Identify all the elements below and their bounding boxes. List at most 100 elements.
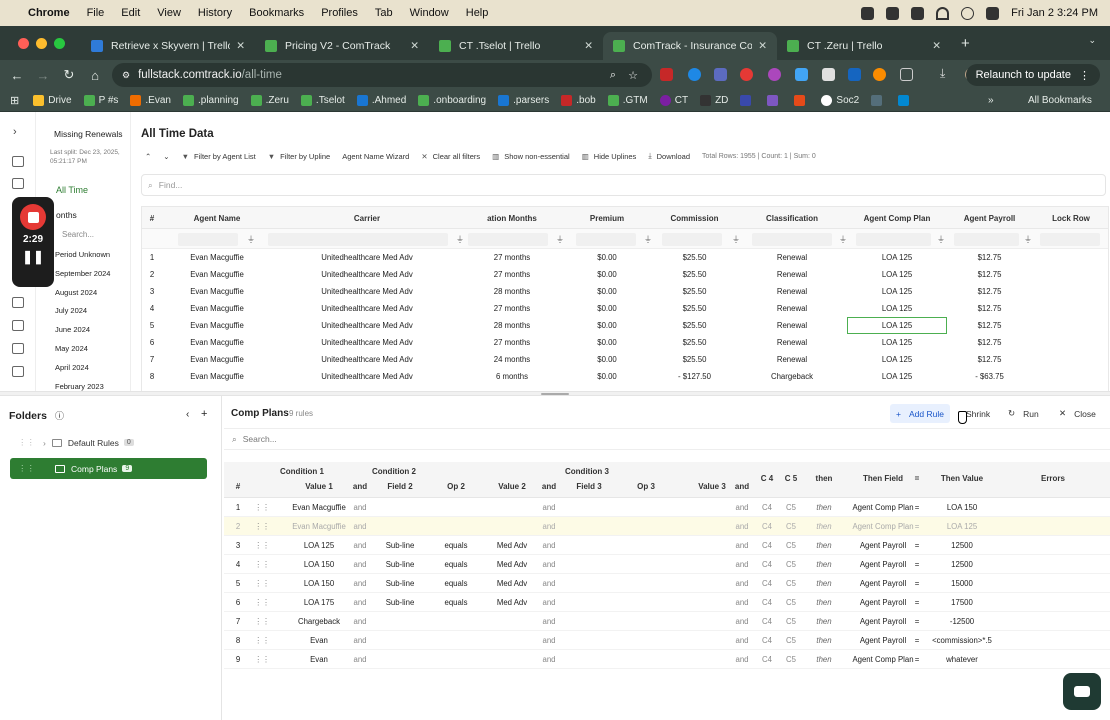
close-window-button[interactable] xyxy=(18,37,29,49)
rule-row[interactable]: ⋮⋮ 5 LOA 150 and Sub-line equals Med Adv and and… xyxy=(224,574,1110,593)
rule-cell[interactable]: C5 xyxy=(780,631,802,650)
rule-cell[interactable]: and xyxy=(729,536,755,555)
rule-cell[interactable] xyxy=(484,631,540,650)
bookmark-ahmed[interactable]: .Ahmed xyxy=(356,95,406,106)
bookmark-ct[interactable]: CT xyxy=(659,95,688,106)
column-header[interactable]: Agent Name xyxy=(162,207,272,229)
apps-grid-icon[interactable]: ⊞ xyxy=(10,94,19,107)
rule-cell[interactable]: and xyxy=(729,517,755,536)
rule-cell[interactable]: then xyxy=(804,555,844,574)
table-cell[interactable]: Evan Macguffie xyxy=(162,368,272,385)
folder-comp-plans[interactable]: ⋮⋮ Comp Plans 9 xyxy=(10,458,207,479)
info-icon[interactable]: ⓘ xyxy=(55,411,64,421)
rule-cell[interactable]: and xyxy=(729,593,755,612)
menu-window[interactable]: Window xyxy=(410,7,449,19)
bookmark-evan[interactable]: .Evan xyxy=(130,95,171,106)
rule-cell[interactable] xyxy=(618,536,674,555)
table-cell[interactable]: Unitedhealthcare Med Adv xyxy=(272,368,462,385)
rule-cell[interactable]: and xyxy=(729,574,755,593)
rule-cell[interactable]: C4 xyxy=(756,498,778,517)
rule-cell[interactable]: Sub-line xyxy=(372,555,428,574)
table-cell[interactable]: Evan Macguffie xyxy=(162,317,272,334)
close-tab-icon[interactable]: ✕ xyxy=(932,40,941,52)
close-tab-icon[interactable]: ✕ xyxy=(758,40,767,52)
rule-cell[interactable] xyxy=(372,612,428,631)
rule-cell[interactable]: and xyxy=(348,536,372,555)
table-cell[interactable]: Unitedhealthcare Med Adv xyxy=(272,283,462,300)
rule-cell[interactable]: equals xyxy=(428,574,484,593)
drag-handle-icon[interactable]: ⋮⋮ xyxy=(252,498,272,517)
column-header[interactable]: Premium xyxy=(562,207,652,229)
drag-handle-icon[interactable]: ⋮⋮ xyxy=(252,593,272,612)
table-row[interactable]: 8 Evan Macguffie Unitedhealthcare Med Adv 6… xyxy=(142,368,1108,385)
rule-cell[interactable]: LOA 125 xyxy=(928,517,996,536)
rule-cell[interactable] xyxy=(428,612,484,631)
clear-filters-button[interactable]: ✕ Clear all filters xyxy=(421,152,480,161)
expand-chevron-icon[interactable]: › xyxy=(13,126,17,138)
bookmark-zd[interactable]: ZD xyxy=(700,95,728,106)
relaunch-to-update-button[interactable]: Relaunch to update ⋮ xyxy=(965,64,1100,86)
table-cell[interactable]: $12.75 xyxy=(947,249,1032,266)
column-header[interactable]: then xyxy=(804,474,844,483)
table-cell[interactable]: - $127.50 xyxy=(652,368,737,385)
rule-cell[interactable]: C4 xyxy=(756,631,778,650)
rule-cell[interactable]: equals xyxy=(428,555,484,574)
rule-cell[interactable]: C4 xyxy=(756,650,778,669)
table-cell[interactable]: 6 xyxy=(142,334,162,351)
rule-cell[interactable]: and xyxy=(538,650,560,669)
table-cell[interactable]: 28 months xyxy=(462,317,562,334)
table-cell[interactable]: Renewal xyxy=(737,283,847,300)
table-cell[interactable]: Unitedhealthcare Med Adv xyxy=(272,317,462,334)
bookmark-star-icon[interactable]: ☆ xyxy=(628,69,638,82)
column-header[interactable]: and xyxy=(729,482,755,491)
menu-file[interactable]: File xyxy=(87,7,105,19)
rule-cell[interactable] xyxy=(618,498,674,517)
filter-icon[interactable]: ⏚ xyxy=(839,234,847,245)
table-cell[interactable]: Unitedhealthcare Med Adv xyxy=(272,351,462,368)
table-cell[interactable]: 27 months xyxy=(462,334,562,351)
table-cell[interactable]: LOA 125 xyxy=(847,317,947,334)
rule-cell[interactable] xyxy=(428,498,484,517)
rule-cell[interactable] xyxy=(618,612,674,631)
column-header[interactable]: Op 2 xyxy=(428,482,484,491)
rule-row[interactable]: ⋮⋮ 8 Evan and and and C4 C5 then Agent Payroll = <c… xyxy=(224,631,1110,650)
chat-launcher-button[interactable] xyxy=(1063,673,1101,710)
clock[interactable]: Fri Jan 2 3:24 PM xyxy=(1011,7,1098,19)
sidebar-title[interactable]: Missing Renewals xyxy=(54,129,123,139)
rule-cell[interactable]: = xyxy=(906,555,928,574)
rule-cell[interactable]: C5 xyxy=(780,574,802,593)
column-header[interactable]: Value 2 xyxy=(484,482,540,491)
new-tab-icon[interactable]: + xyxy=(961,35,970,52)
rule-cell[interactable]: and xyxy=(538,536,560,555)
folder-default-rules[interactable]: ⋮⋮ › Default Rules 0 xyxy=(10,432,207,453)
column-header[interactable]: Classification xyxy=(737,207,847,229)
rule-row[interactable]: ⋮⋮ 4 LOA 150 and Sub-line equals Med Adv and and… xyxy=(224,555,1110,574)
drag-handle-icon[interactable]: ⋮⋮ xyxy=(252,650,272,669)
rule-cell[interactable] xyxy=(618,517,674,536)
table-cell[interactable]: $25.50 xyxy=(652,300,737,317)
status-app-icon[interactable] xyxy=(861,6,875,20)
table-cell[interactable]: $0.00 xyxy=(562,317,652,334)
table-cell[interactable]: $0.00 xyxy=(562,283,652,300)
table-cell[interactable]: $12.75 xyxy=(947,317,1032,334)
bookmark-zeru[interactable]: .Zeru xyxy=(250,95,289,106)
sidebar-month-item[interactable]: August 2024 xyxy=(55,288,97,297)
rule-row[interactable]: ⋮⋮ 3 LOA 125 and Sub-line equals Med Adv and and… xyxy=(224,536,1110,555)
show-non-essential-button[interactable]: ▥ Show non-essential xyxy=(492,152,570,161)
rules-search-input[interactable]: ⌕ Search... xyxy=(224,428,1110,450)
extension-icon[interactable] xyxy=(795,68,808,81)
table-cell[interactable]: Evan Macguffie xyxy=(162,283,272,300)
rule-cell[interactable]: C5 xyxy=(780,517,802,536)
table-cell[interactable]: $25.50 xyxy=(652,283,737,300)
rule-cell[interactable]: and xyxy=(729,555,755,574)
rule-cell[interactable]: and xyxy=(729,612,755,631)
column-header[interactable]: Op 3 xyxy=(618,482,674,491)
sidebar-month-item[interactable]: June 2024 xyxy=(55,325,90,334)
add-folder-icon[interactable]: + xyxy=(201,408,207,420)
rule-cell[interactable]: = xyxy=(906,631,928,650)
rule-cell[interactable]: 15000 xyxy=(928,574,996,593)
table-cell[interactable]: 3 xyxy=(142,283,162,300)
rule-cell[interactable]: and xyxy=(538,498,560,517)
rule-cell[interactable] xyxy=(560,612,618,631)
home-icon[interactable] xyxy=(12,178,24,189)
